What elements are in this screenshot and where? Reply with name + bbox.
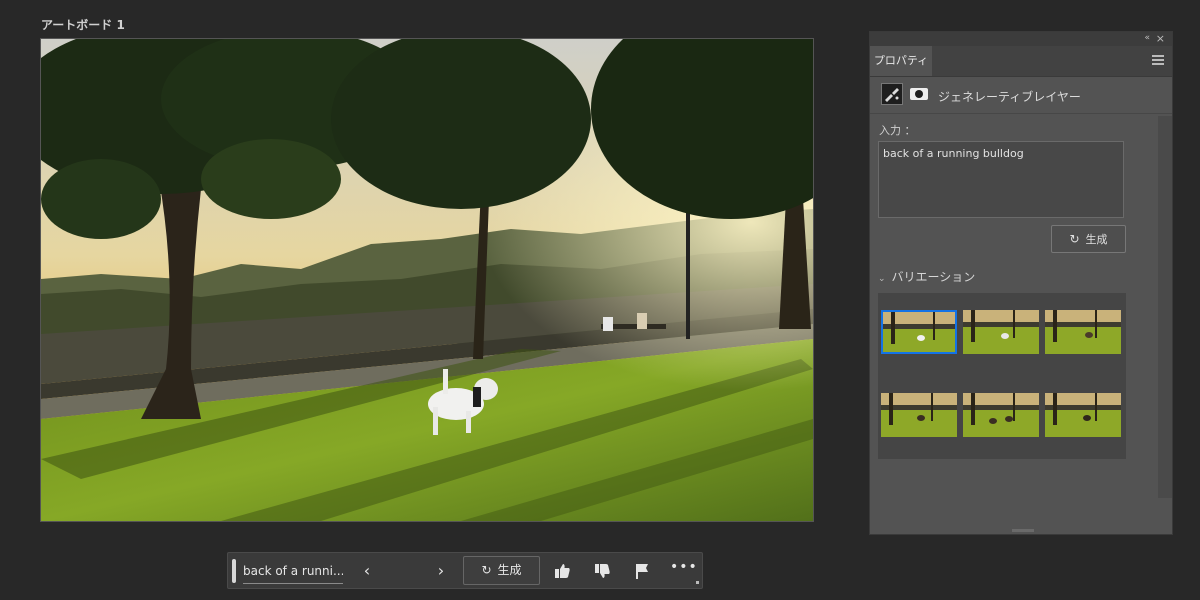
thumbs-down-icon[interactable] — [591, 560, 613, 582]
generated-image — [41, 39, 813, 521]
regenerate-icon: ↻ — [481, 563, 492, 577]
panel-resize-grip[interactable] — [1012, 529, 1034, 532]
taskbar-generate-button[interactable]: ↻ 生成 — [463, 556, 540, 585]
brush-icon — [881, 83, 903, 105]
generate-button[interactable]: ↻ 生成 — [1051, 225, 1126, 253]
properties-panel: « × プロパティ ジェネレーティブレイヤー 入力 ： back of a ru… — [869, 31, 1173, 535]
variations-label: バリエーション — [891, 270, 976, 284]
prompt-textarea[interactable]: back of a running bulldog — [878, 141, 1124, 218]
panel-header-bar: « × — [870, 32, 1172, 46]
mask-icon — [910, 88, 928, 100]
menu-icon[interactable] — [1152, 55, 1164, 65]
thumbs-up-icon[interactable] — [551, 560, 573, 582]
flag-icon[interactable] — [631, 560, 653, 582]
close-icon[interactable]: × — [1156, 32, 1165, 45]
chevron-left-icon[interactable]: ‹ — [353, 557, 381, 585]
more-icon[interactable]: ••• — [670, 559, 698, 575]
taskbar-prompt-input[interactable]: back of a runni... — [243, 559, 343, 584]
layer-type-row: ジェネレーティブレイヤー — [870, 77, 1172, 114]
panel-scrollbar[interactable] — [1158, 116, 1172, 498]
collapse-icon[interactable]: « — [1144, 33, 1150, 43]
chevron-right-icon[interactable]: › — [427, 557, 455, 585]
regenerate-icon: ↻ — [1069, 232, 1080, 246]
variation-thumbnail[interactable] — [1045, 310, 1121, 354]
panel-tabbar: プロパティ — [870, 46, 1172, 77]
variation-thumbnail[interactable] — [963, 393, 1039, 437]
prompt-label: 入力 ： — [879, 124, 916, 137]
chevron-down-icon: ⌄ — [878, 274, 886, 284]
more-options-corner — [696, 581, 699, 584]
variation-thumbnail[interactable] — [963, 310, 1039, 354]
artboard-canvas[interactable] — [40, 38, 814, 522]
tab-properties[interactable]: プロパティ — [870, 46, 932, 76]
variation-thumbnail[interactable] — [1045, 393, 1121, 437]
artboard-title: アートボード 1 — [41, 18, 125, 32]
taskbar-generate-label: 生成 — [497, 563, 522, 577]
layer-type-label: ジェネレーティブレイヤー — [938, 90, 1081, 104]
variations-grid — [878, 293, 1126, 459]
generate-button-label: 生成 — [1085, 233, 1108, 246]
variation-thumbnail[interactable] — [881, 310, 957, 354]
contextual-taskbar: back of a runni... ‹ › ↻ 生成 ••• — [227, 552, 703, 589]
variation-thumbnail[interactable] — [881, 393, 957, 437]
taskbar-drag-handle[interactable] — [232, 559, 236, 583]
variations-header[interactable]: ⌄ バリエーション — [878, 268, 975, 285]
